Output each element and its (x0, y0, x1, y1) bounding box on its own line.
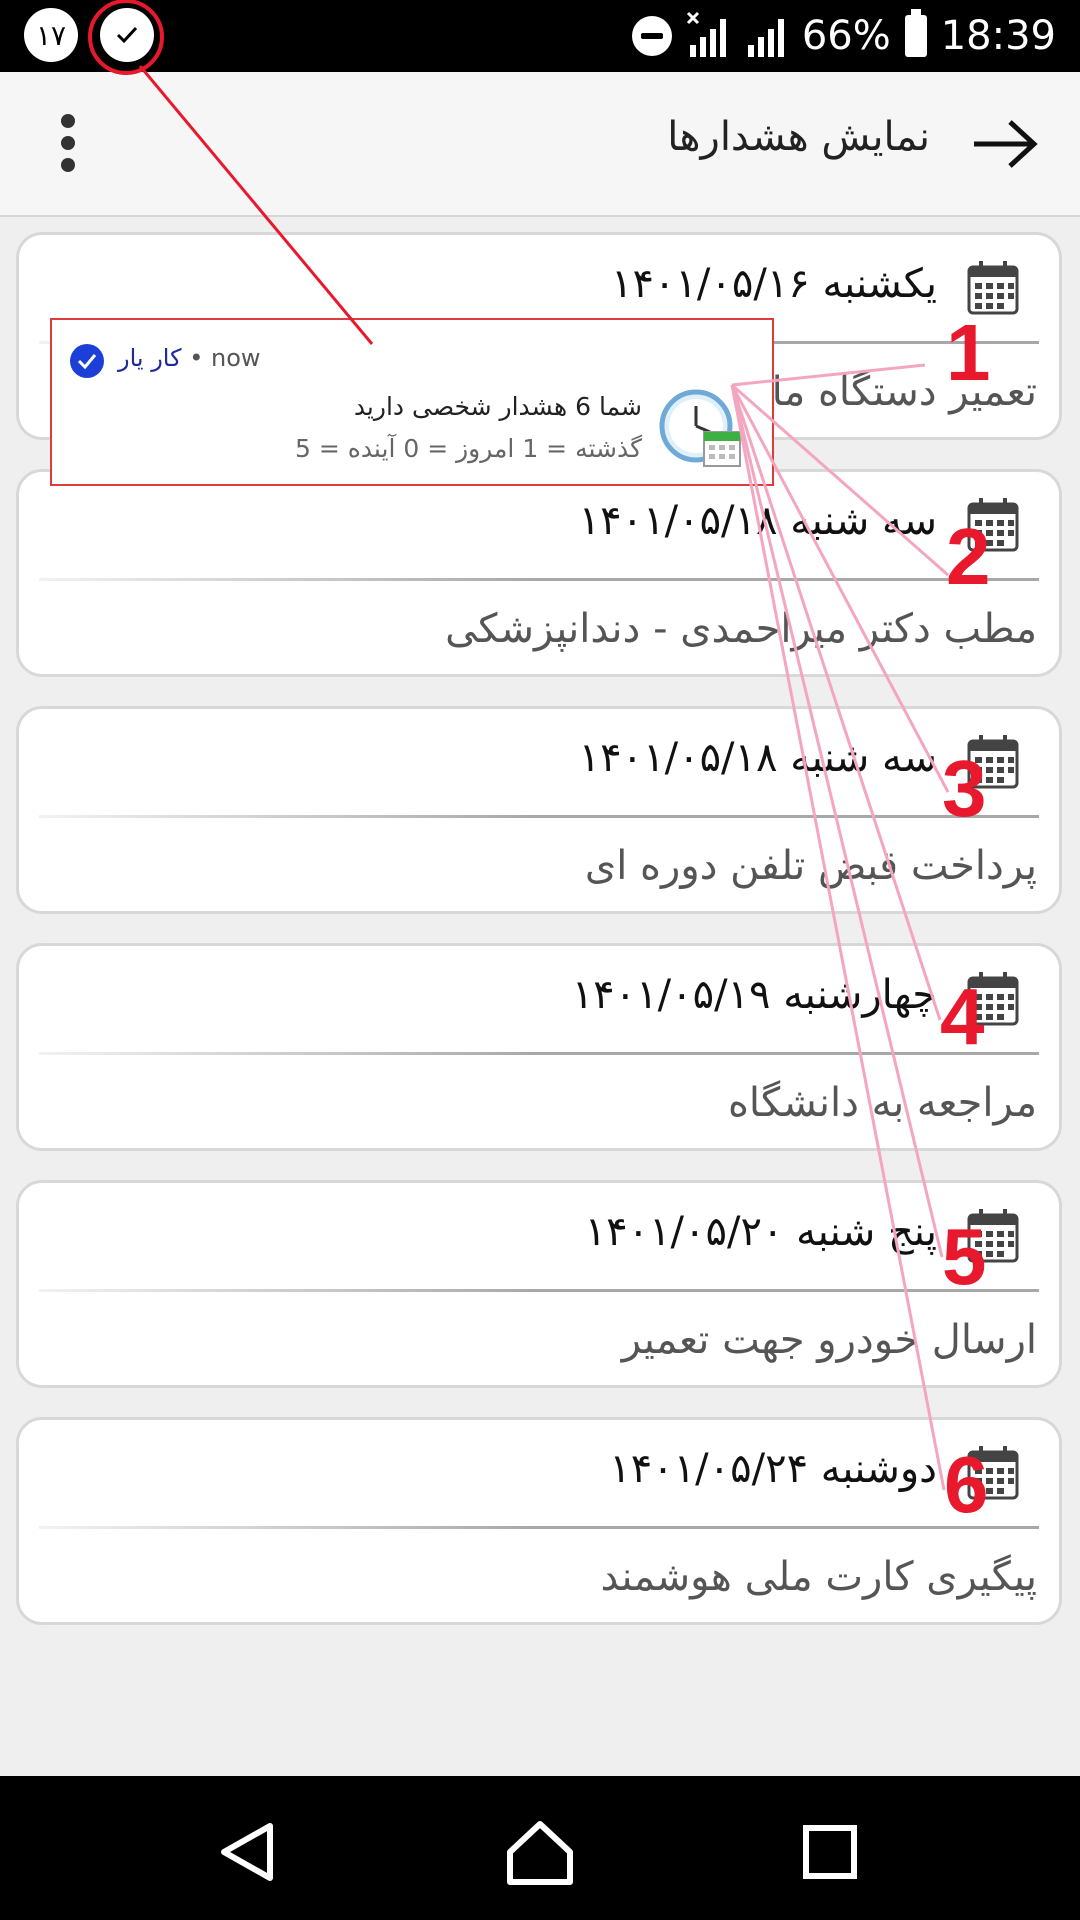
notification-body: گذشته = 1 امروز = 0 آینده = 5 (294, 434, 642, 463)
alert-title: ارسال خودرو جهت تعمیر (621, 1317, 1037, 1363)
back-nav-icon[interactable] (208, 1812, 288, 1892)
navigation-bar (0, 1776, 1080, 1920)
alert-title: پرداخت قبض تلفن دوره ای (584, 843, 1037, 889)
card-divider (39, 1526, 1039, 1529)
page-title: نمایش هشدارها (667, 114, 930, 160)
overflow-menu-icon[interactable] (58, 114, 78, 174)
notification-separator: • (189, 344, 204, 372)
alert-date: دوشنبه ۱۴۰۱/۰۵/۲۴ (609, 1446, 937, 1492)
calendar-icon (967, 972, 1019, 1026)
notification-count-badge: ۱۷ (24, 8, 78, 62)
status-right-icons: 66% 18:39 (631, 6, 1056, 66)
back-arrow-icon[interactable] (970, 116, 1040, 172)
app-toolbar: نمایش هشدارها (0, 72, 1080, 217)
clock: 18:39 (940, 13, 1056, 59)
battery-percent: 66% (801, 13, 891, 59)
calendar-icon (967, 1446, 1019, 1500)
alert-title: مطب دکتر میراحمدی - دندانپزشکی (445, 606, 1037, 652)
calendar-icon (967, 498, 1019, 552)
notification-app-line: کار یار • now (118, 344, 261, 372)
card-divider (39, 815, 1039, 818)
calendar-icon (967, 735, 1019, 789)
card-divider (39, 1052, 1039, 1055)
status-left-icons: ۱۷ (24, 8, 154, 62)
alert-date: سه شنبه ۱۴۰۱/۰۵/۱۸ (578, 498, 937, 544)
signal-icon (747, 19, 784, 57)
alert-card[interactable]: چهارشنبه ۱۴۰۱/۰۵/۱۹ مراجعه به دانشگاه (16, 943, 1062, 1151)
alert-card[interactable]: پنج شنبه ۱۴۰۱/۰۵/۲۰ ارسال خودرو جهت تعمی… (16, 1180, 1062, 1388)
home-nav-icon[interactable] (500, 1812, 580, 1892)
alert-date: سه شنبه ۱۴۰۱/۰۵/۱۸ (578, 735, 937, 781)
status-bar: ۱۷ 66% 18:39 (0, 0, 1080, 72)
alert-title: تعمیر دستگاه ما (771, 369, 1037, 415)
alert-card[interactable]: دوشنبه ۱۴۰۱/۰۵/۲۴ پیگیری کارت ملی هوشمند (16, 1417, 1062, 1625)
alert-date: چهارشنبه ۱۴۰۱/۰۵/۱۹ (571, 972, 937, 1018)
battery-icon (904, 9, 927, 57)
notification-time: now (210, 344, 261, 372)
calendar-icon (967, 261, 1019, 315)
card-divider (39, 1289, 1039, 1292)
notification-popup[interactable]: کار یار • now شما 6 هشدار شخصی دارید گذش… (50, 318, 774, 486)
notification-app-name: کار یار (118, 344, 182, 372)
alert-title: پیگیری کارت ملی هوشمند (600, 1554, 1037, 1600)
recents-nav-icon[interactable] (790, 1812, 870, 1892)
alert-date: یکشنبه ۱۴۰۱/۰۵/۱۶ (610, 261, 937, 307)
app-check-icon (100, 8, 154, 62)
do-not-disturb-icon (631, 16, 672, 56)
clock-calendar-icon (659, 389, 741, 467)
signal-off-icon (686, 11, 726, 57)
calendar-icon (967, 1209, 1019, 1263)
alert-date: پنج شنبه ۱۴۰۱/۰۵/۲۰ (584, 1209, 937, 1255)
app-check-icon (70, 344, 104, 378)
card-divider (39, 578, 1039, 581)
alert-card[interactable]: سه شنبه ۱۴۰۱/۰۵/۱۸ مطب دکتر میراحمدی - د… (16, 469, 1062, 677)
alert-card[interactable]: سه شنبه ۱۴۰۱/۰۵/۱۸ پرداخت قبض تلفن دوره … (16, 706, 1062, 914)
notification-title: شما 6 هشدار شخصی دارید (353, 392, 642, 421)
alert-title: مراجعه به دانشگاه (727, 1080, 1037, 1126)
